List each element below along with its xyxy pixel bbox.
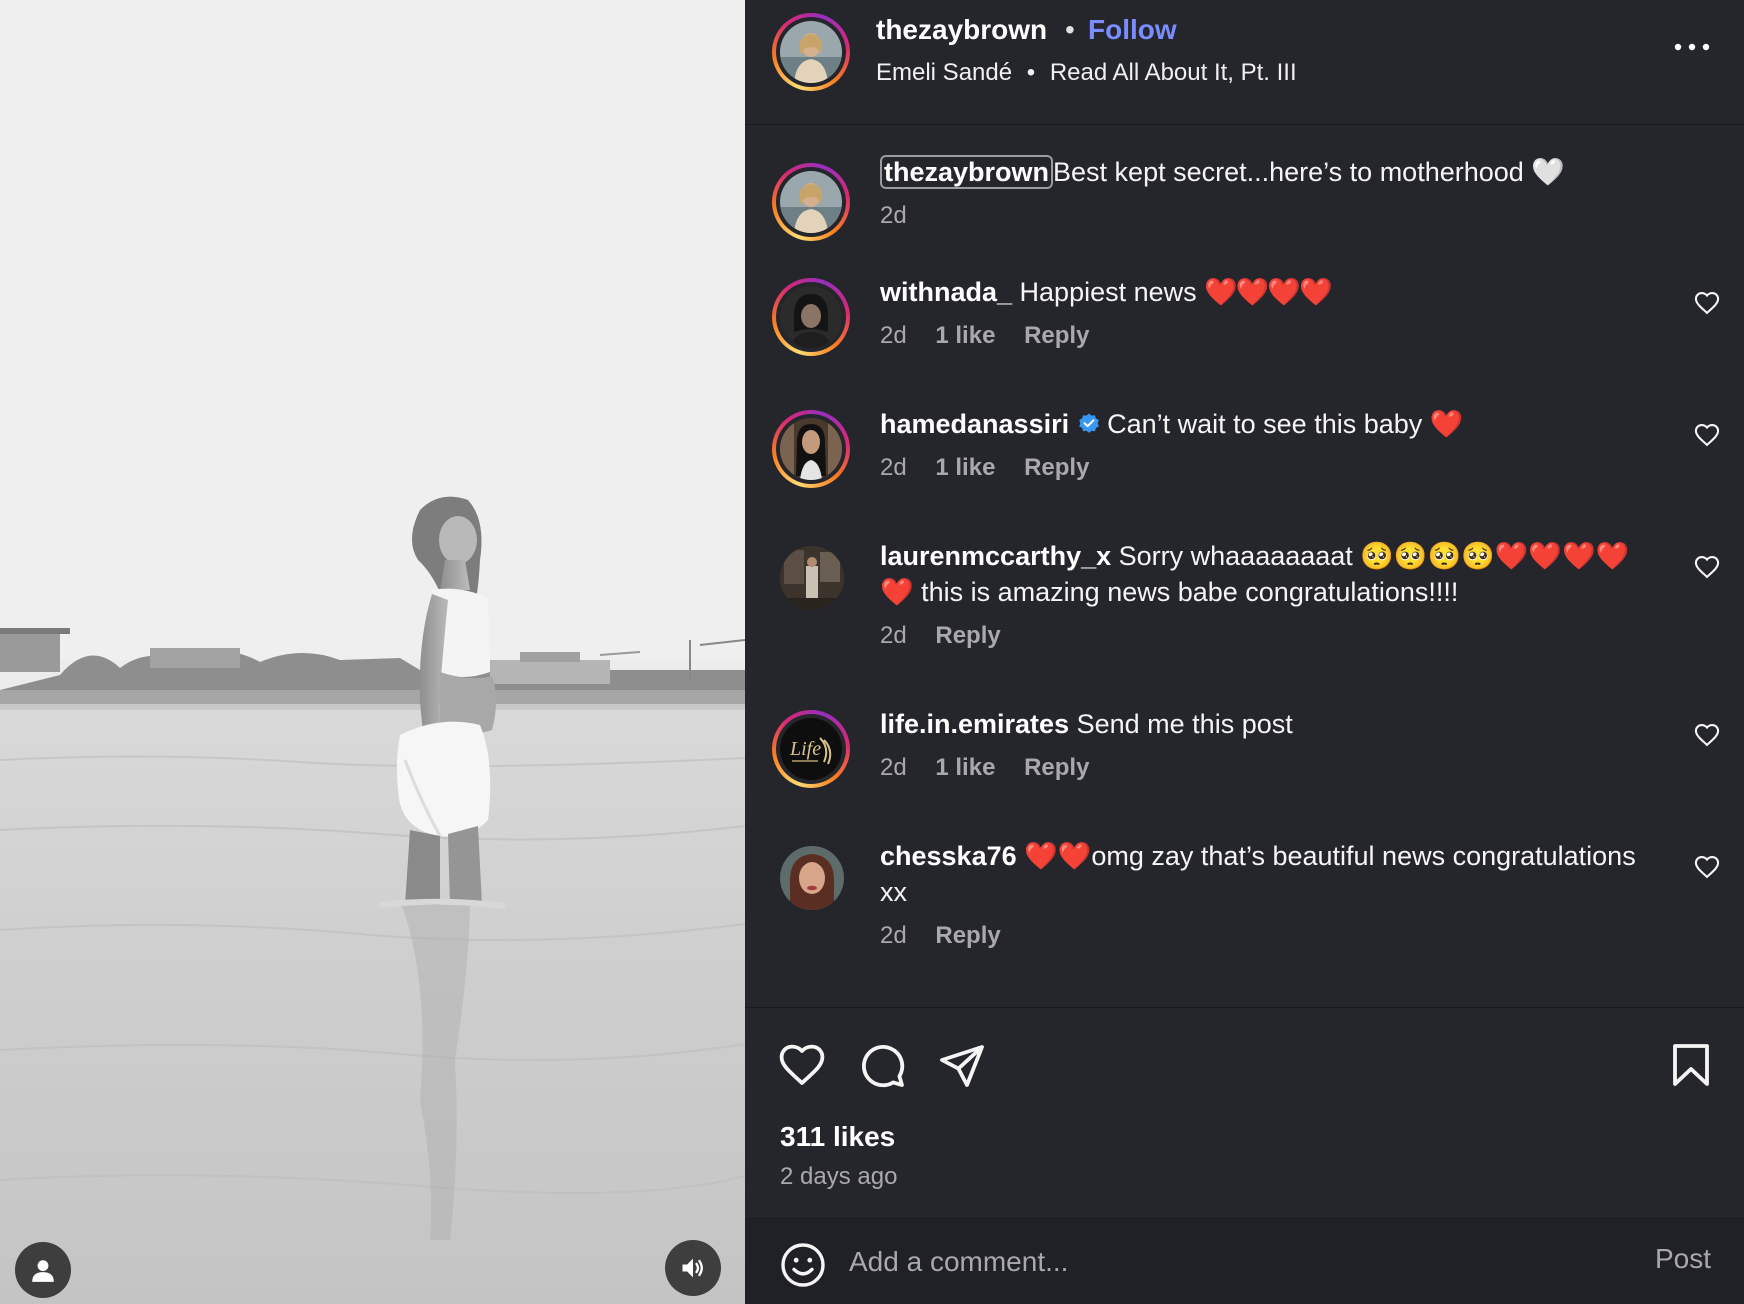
- comments-list[interactable]: thezaybrown Best kept secret...here’s to …: [745, 126, 1744, 1006]
- comment-emoji: ❤️: [1429, 409, 1464, 439]
- audio-toggle-button[interactable]: [665, 1240, 721, 1296]
- caption-time[interactable]: 2d: [880, 202, 907, 229]
- comment-input[interactable]: [849, 1239, 1609, 1285]
- comment-likes[interactable]: 1 like: [935, 322, 995, 349]
- beach-photo: [0, 0, 745, 1304]
- avatar-photo: [780, 846, 844, 910]
- commenter-avatar[interactable]: [780, 846, 844, 910]
- comment-item: hamedanassiri Can’t wait to see this baby…: [745, 406, 1744, 516]
- commenter-avatar[interactable]: [772, 278, 850, 356]
- heart-icon[interactable]: [1693, 853, 1721, 881]
- comment-username[interactable]: chesska76: [880, 841, 1017, 871]
- bookmark-icon[interactable]: [1667, 1041, 1715, 1089]
- smiley-icon[interactable]: [779, 1241, 827, 1289]
- comment-meta: 2d 1 like Reply: [880, 322, 1111, 350]
- post-details-panel: thezaybrown • Follow Emeli Sandé • Read …: [745, 0, 1744, 1304]
- post-comment-button[interactable]: Post: [1655, 1243, 1711, 1275]
- comment-item: Life life.in.emirates Send me this post …: [745, 706, 1744, 816]
- caption-body: Best kept secret...here’s to motherhood …: [1053, 157, 1565, 187]
- reply-button[interactable]: Reply: [935, 922, 1000, 949]
- comment-username[interactable]: withnada_: [880, 277, 1012, 307]
- audio-artist: Emeli Sandé: [876, 59, 1013, 86]
- comment-text: withnada_ Happiest news ❤️❤️❤️❤️: [880, 274, 1640, 310]
- caption-avatar[interactable]: [772, 163, 850, 241]
- comment-text: chesska76 ❤️❤️omg zay that’s beautiful n…: [880, 838, 1640, 910]
- comment-username[interactable]: hamedanassiri: [880, 409, 1069, 439]
- audio-separator: •: [1026, 59, 1036, 86]
- send-icon[interactable]: [938, 1041, 986, 1089]
- comment-time[interactable]: 2d: [880, 754, 907, 781]
- separator-dot: •: [1065, 14, 1075, 45]
- reply-button[interactable]: Reply: [1024, 454, 1089, 481]
- audio-attribution[interactable]: Emeli Sandé • Read All About It, Pt. III: [876, 59, 1297, 87]
- comment-body: Happiest news: [1019, 277, 1205, 307]
- caption-text: thezaybrown Best kept secret...here’s to …: [880, 154, 1640, 190]
- person-icon: [32, 1260, 54, 1282]
- reply-button[interactable]: Reply: [1024, 322, 1089, 349]
- user-tag-button[interactable]: [15, 1242, 71, 1298]
- commenter-avatar[interactable]: Life: [772, 710, 850, 788]
- verified-badge-icon: [1079, 413, 1099, 433]
- likes-count[interactable]: 311 likes: [780, 1121, 895, 1153]
- comment-likes[interactable]: 1 like: [935, 754, 995, 781]
- comment-time[interactable]: 2d: [880, 322, 907, 349]
- author-avatar[interactable]: [772, 13, 850, 91]
- comment-text: laurenmccarthy_x Sorry whaaaaaaaat 🥺🥺🥺🥺❤…: [880, 538, 1640, 610]
- life-in-emirates-logo: Life: [780, 718, 842, 780]
- svg-text:Life: Life: [789, 738, 821, 760]
- caption: thezaybrown Best kept secret...here’s to …: [745, 140, 1744, 241]
- avatar-photo: [780, 418, 842, 480]
- comment-item: laurenmccarthy_x Sorry whaaaaaaaat 🥺🥺🥺🥺❤…: [745, 538, 1744, 688]
- comment-body: Send me this post: [1076, 709, 1293, 739]
- author-username[interactable]: thezaybrown: [876, 14, 1047, 46]
- comment-time[interactable]: 2d: [880, 622, 907, 649]
- reply-button[interactable]: Reply: [935, 622, 1000, 649]
- avatar-photo: [780, 286, 842, 348]
- comment-meta: 2d Reply: [880, 622, 1023, 650]
- comment-body: Can’t wait to see this baby: [1107, 409, 1430, 439]
- comment-meta: 2d 1 like Reply: [880, 754, 1111, 782]
- comment-time[interactable]: 2d: [880, 454, 907, 481]
- reply-button[interactable]: Reply: [1024, 754, 1089, 781]
- follow-button[interactable]: Follow: [1088, 14, 1177, 46]
- heart-icon[interactable]: [1693, 421, 1721, 449]
- heart-icon[interactable]: [1693, 289, 1721, 317]
- more-horizontal-icon[interactable]: [1671, 35, 1713, 59]
- post-header: thezaybrown • Follow Emeli Sandé • Read …: [745, 0, 1744, 125]
- comment-item: withnada_ Happiest news ❤️❤️❤️❤️ 2d 1 li…: [745, 274, 1744, 384]
- comment-item: chesska76 ❤️❤️omg zay that’s beautiful n…: [745, 838, 1744, 988]
- post-actions: 311 likes 2 days ago: [745, 1007, 1744, 1217]
- avatar-photo: [780, 546, 844, 610]
- heart-icon[interactable]: [1693, 553, 1721, 581]
- heart-icon[interactable]: [778, 1041, 826, 1089]
- commenter-avatar[interactable]: [780, 546, 844, 610]
- avatar-photo: [780, 171, 842, 233]
- comment-username[interactable]: laurenmccarthy_x: [880, 541, 1111, 571]
- caption-username[interactable]: thezaybrown: [880, 155, 1054, 189]
- comment-likes[interactable]: 1 like: [935, 454, 995, 481]
- comment-username[interactable]: life.in.emirates: [880, 709, 1069, 739]
- comment-composer: Post: [745, 1218, 1744, 1304]
- audio-title: Read All About It, Pt. III: [1049, 59, 1297, 86]
- post-media[interactable]: [0, 0, 745, 1304]
- comment-meta: 2d 1 like Reply: [880, 454, 1111, 482]
- comment-text: hamedanassiri Can’t wait to see this baby…: [880, 406, 1640, 442]
- comment-icon[interactable]: [858, 1041, 906, 1089]
- commenter-avatar[interactable]: [772, 410, 850, 488]
- comment-text: life.in.emirates Send me this post: [880, 706, 1640, 742]
- comment-time[interactable]: 2d: [880, 922, 907, 949]
- heart-icon[interactable]: [1693, 721, 1721, 749]
- avatar-photo: [780, 21, 842, 83]
- speaker-icon: [682, 1258, 703, 1278]
- comment-emoji: ❤️❤️❤️❤️: [1204, 277, 1332, 307]
- comment-meta: 2d Reply: [880, 922, 1023, 950]
- post-timestamp[interactable]: 2 days ago: [780, 1163, 897, 1191]
- caption-meta: 2d: [880, 202, 929, 230]
